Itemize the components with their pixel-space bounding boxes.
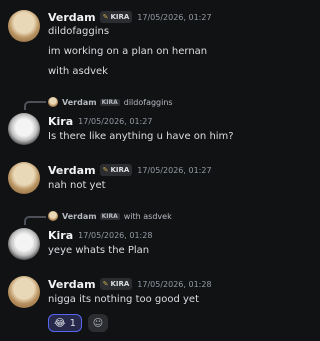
timestamp: 17/05/2026, 01:27 [137,12,212,22]
role-tag-label: KIRA [110,166,130,174]
role-icon: ✎ [102,166,109,174]
role-icon: ✎ [102,280,109,288]
message-line: with asdvek [48,66,108,77]
reaction-count: 1 [69,317,77,329]
reply-author: Verdam [62,211,97,221]
message-line: nah not yet [48,180,106,191]
message-header: Kira 17/05/2026, 01:27 [48,113,152,129]
author-name[interactable]: Verdam [48,278,96,291]
author-name[interactable]: Kira [48,229,73,242]
add-reaction-icon: ☺ [92,317,104,329]
avatar[interactable] [8,162,40,194]
reply-role-tag: KIRA [99,98,120,106]
timestamp: 17/05/2026, 01:28 [137,279,212,289]
author-name[interactable]: Verdam [48,164,96,177]
timestamp: 17/05/2026, 01:27 [137,165,212,175]
add-reaction-button[interactable]: ☺ [88,314,108,332]
author-name[interactable]: Kira [48,115,73,128]
reaction-emoji: 😂 [53,317,66,329]
message-header: Verdam ✎ KIRA 17/05/2026, 01:28 [48,276,212,292]
reply-connector [24,216,46,225]
role-tag-label: KIRA [110,280,130,288]
avatar[interactable] [8,10,40,42]
timestamp: 17/05/2026, 01:28 [78,230,153,240]
message-line: yeye whats the Plan [48,245,150,256]
reply-preview[interactable]: Verdam KIRA dildofaggins [48,95,173,109]
role-icon: ✎ [102,13,109,21]
reply-author: Verdam [62,97,97,107]
role-tag-label: KIRA [110,13,130,21]
avatar[interactable] [8,113,40,145]
message-line: dildofaggins [48,26,110,37]
reply-text: with asdvek [123,211,172,221]
message-header: Kira 17/05/2026, 01:28 [48,227,152,243]
reply-preview[interactable]: Verdam KIRA with asdvek [48,209,172,223]
role-tag[interactable]: ✎ KIRA [99,278,133,290]
reply-avatar [48,211,58,221]
message-line: Is there like anything u have on him? [48,131,234,142]
message-line: nigga its nothing too good yet [48,294,200,305]
reply-connector [24,101,46,110]
author-name[interactable]: Verdam [48,11,96,24]
message-header: Verdam ✎ KIRA 17/05/2026, 01:27 [48,162,212,178]
role-tag[interactable]: ✎ KIRA [99,11,133,23]
avatar[interactable] [8,276,40,308]
reply-role-tag: KIRA [99,212,120,220]
avatar[interactable] [8,228,40,260]
message-header: Verdam ✎ KIRA 17/05/2026, 01:27 [48,9,212,25]
timestamp: 17/05/2026, 01:27 [78,116,153,126]
reaction-pill[interactable]: 😂 1 [48,314,82,332]
role-tag[interactable]: ✎ KIRA [99,164,133,176]
reply-avatar [48,97,58,107]
message-line: im working on a plan on hernan [48,46,208,57]
reply-text: dildofaggins [123,97,173,107]
